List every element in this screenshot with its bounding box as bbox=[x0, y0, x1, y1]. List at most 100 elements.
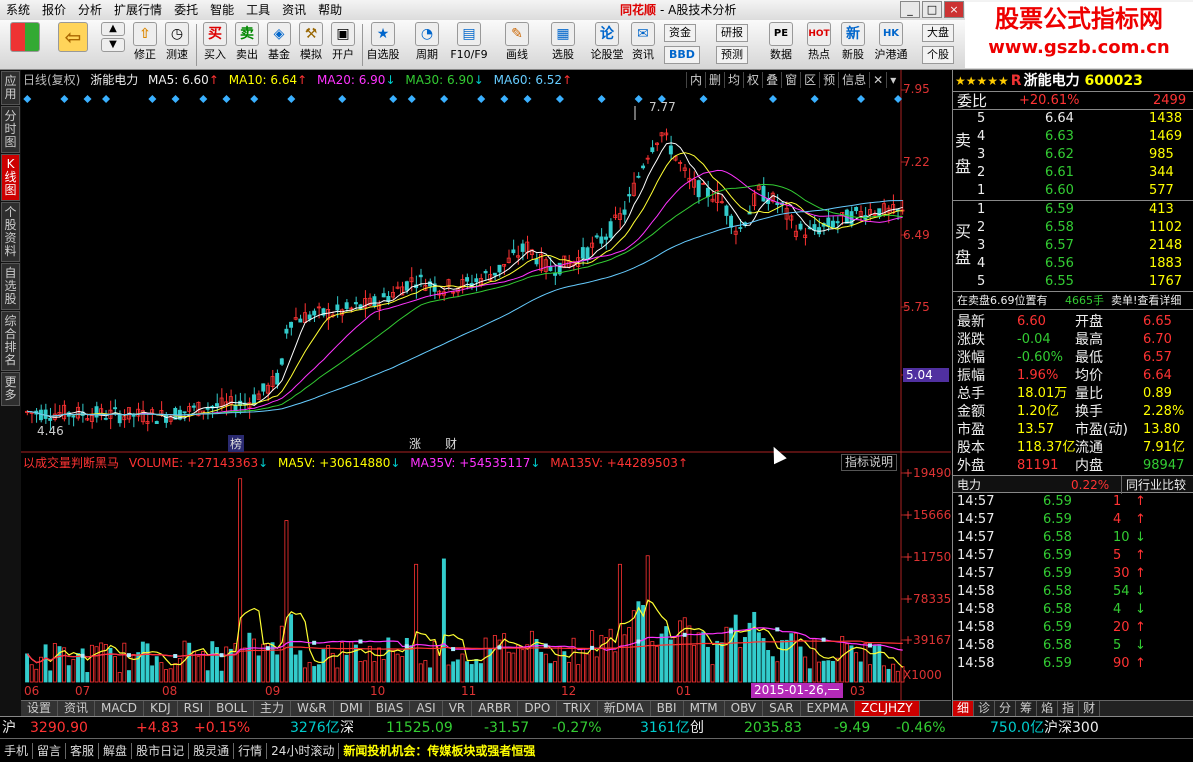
tab-vr[interactable]: VR bbox=[442, 701, 473, 716]
side-item-more[interactable]: 更多 bbox=[1, 372, 20, 406]
ask-row[interactable]: 4 6.63 1469 bbox=[953, 128, 1193, 146]
bottom-quotes[interactable]: 行情 bbox=[234, 742, 268, 759]
ask-row[interactable]: 1 6.60 577 bbox=[953, 182, 1193, 200]
chart-btn-window[interactable]: 窗 bbox=[781, 72, 800, 88]
data-button[interactable]: PE 数据 bbox=[764, 22, 798, 64]
chart-btn-overlay[interactable]: 叠 bbox=[762, 72, 781, 88]
chart-btn-close-icon[interactable]: ✕ bbox=[869, 72, 886, 88]
tab-rsi[interactable]: RSI bbox=[177, 701, 211, 716]
hot-button[interactable]: HOT 热点 bbox=[802, 22, 836, 64]
stock-button[interactable]: 个股 bbox=[922, 46, 954, 64]
bid-row[interactable]: 2 6.58 1102 bbox=[953, 219, 1193, 237]
kline-chart-area[interactable]: 日线(复权) 浙能电力 MA5: 6.60↑ MA10: 6.64↑ MA20:… bbox=[21, 70, 959, 700]
menu-analysis[interactable]: 分析 bbox=[72, 0, 108, 20]
tab-mtm[interactable]: MTM bbox=[683, 701, 725, 716]
cy-index[interactable]: 2035.83 bbox=[744, 717, 802, 739]
panel-tab-detail[interactable]: 细 bbox=[953, 701, 975, 716]
menu-smart[interactable]: 智能 bbox=[204, 0, 240, 20]
back-button[interactable]: ⇦ bbox=[56, 22, 90, 52]
sz-index[interactable]: 11525.09 bbox=[386, 717, 453, 739]
tab-settings[interactable]: 设置 bbox=[21, 701, 59, 716]
bottom-guling[interactable]: 股灵通 bbox=[189, 742, 235, 759]
bid-row[interactable]: 1 6.59 413 bbox=[953, 201, 1193, 219]
layout-button[interactable] bbox=[8, 22, 42, 52]
notice-link[interactable]: 卖单!查看详细 bbox=[1111, 292, 1181, 310]
news-ticker[interactable]: 新闻投机机会：传媒板块或强者恒强 bbox=[339, 742, 535, 759]
buy-button[interactable]: 买买入 bbox=[198, 22, 232, 64]
ask-row[interactable]: 3 6.62 985 bbox=[953, 146, 1193, 164]
panel-tab-chips[interactable]: 筹 bbox=[1016, 701, 1038, 716]
side-item-kline[interactable]: K线图 bbox=[1, 154, 20, 201]
menu-news[interactable]: 资讯 bbox=[276, 0, 312, 20]
bid-row[interactable]: 5 6.55 1767 bbox=[953, 273, 1193, 291]
side-item-profile[interactable]: 个股资料 bbox=[1, 202, 20, 262]
tab-obv[interactable]: OBV bbox=[724, 701, 764, 716]
tab-expma[interactable]: EXPMA bbox=[800, 701, 856, 716]
simulate-button[interactable]: ⚒ 模拟 bbox=[294, 22, 328, 64]
panel-tab-diagnose[interactable]: 诊 bbox=[974, 701, 996, 716]
open-account-button[interactable]: ▣ 开户 bbox=[326, 22, 360, 64]
bbd-button[interactable]: BBD bbox=[664, 46, 700, 64]
bid-row[interactable]: 4 6.56 1883 bbox=[953, 255, 1193, 273]
tab-dpo[interactable]: DPO bbox=[518, 701, 558, 716]
tab-macd[interactable]: MACD bbox=[95, 701, 145, 716]
speedtest-button[interactable]: ◷ 测速 bbox=[160, 22, 194, 64]
tab-asi[interactable]: ASI bbox=[410, 701, 443, 716]
ask-row[interactable]: 5 6.64 1438 bbox=[953, 110, 1193, 128]
hk-connect-button[interactable]: HK 沪港通 bbox=[874, 22, 908, 64]
bottom-analysis[interactable]: 解盘 bbox=[99, 742, 133, 759]
chart-btn-info[interactable]: 信息 bbox=[838, 72, 869, 88]
tab-arbr[interactable]: ARBR bbox=[472, 701, 519, 716]
maximize-icon[interactable]: □ bbox=[922, 1, 942, 18]
kline-chart-svg[interactable] bbox=[21, 70, 951, 700]
tab-bbi[interactable]: BBI bbox=[650, 701, 684, 716]
bottom-service[interactable]: 客服 bbox=[66, 742, 100, 759]
side-item-watchlist[interactable]: 自选股 bbox=[1, 263, 20, 310]
minimize-icon[interactable]: _ bbox=[900, 1, 920, 18]
screener-button[interactable]: ▦ 选股 bbox=[546, 22, 580, 64]
close-icon[interactable]: × bbox=[944, 1, 964, 18]
chart-btn-forecast[interactable]: 预 bbox=[819, 72, 838, 88]
draw-line-button[interactable]: ✎ 画线 bbox=[500, 22, 534, 64]
event-mark-finance[interactable]: 财 bbox=[443, 435, 459, 452]
event-mark-rank[interactable]: 榜 bbox=[228, 435, 245, 452]
chart-btn-menu-icon[interactable]: ▾ bbox=[886, 72, 899, 88]
panel-tab-price[interactable]: 分 bbox=[995, 701, 1017, 716]
up-down-button[interactable]: ▲ ▼ bbox=[96, 22, 130, 52]
tab-trix[interactable]: TRIX bbox=[557, 701, 598, 716]
side-item-apps[interactable]: 应用 bbox=[1, 71, 20, 105]
fund-button[interactable]: ◈ 基金 bbox=[262, 22, 296, 64]
forecast-button[interactable]: 预测 bbox=[716, 46, 748, 64]
bottom-24h[interactable]: 24小时滚动 bbox=[267, 742, 340, 759]
menu-extended[interactable]: 扩展行情 bbox=[108, 0, 168, 20]
side-item-ranking[interactable]: 综合排名 bbox=[1, 311, 20, 371]
chart-btn-rights[interactable]: 权 bbox=[743, 72, 762, 88]
menu-trade[interactable]: 委托 bbox=[168, 0, 204, 20]
industry-compare-button[interactable]: 同行业比较 bbox=[1121, 476, 1186, 494]
menu-quote[interactable]: 报价 bbox=[36, 0, 72, 20]
menu-tools[interactable]: 工具 bbox=[240, 0, 276, 20]
research-button[interactable]: 研报 bbox=[716, 24, 748, 42]
tab-kdj[interactable]: KDJ bbox=[144, 701, 178, 716]
chart-btn-range[interactable]: 区 bbox=[800, 72, 819, 88]
menu-system[interactable]: 系统 bbox=[0, 0, 36, 20]
indicator-help-button[interactable]: 指标说明 bbox=[841, 454, 898, 471]
forum-button[interactable]: 论论股堂 bbox=[590, 22, 624, 64]
sell-button[interactable]: 卖卖出 bbox=[230, 22, 264, 64]
bid-row[interactable]: 3 6.57 2148 bbox=[953, 237, 1193, 255]
ipo-button[interactable]: 新新股 bbox=[836, 22, 870, 64]
period-button[interactable]: ◔ 周期 bbox=[410, 22, 444, 64]
event-mark-limit[interactable]: 涨 bbox=[407, 435, 423, 452]
tab-dmi[interactable]: DMI bbox=[333, 701, 370, 716]
tab-bias[interactable]: BIAS bbox=[369, 701, 411, 716]
f10-button[interactable]: ▤ F10/F9 bbox=[450, 22, 488, 64]
panel-tab-flame[interactable]: 焰 bbox=[1037, 701, 1059, 716]
ask-row[interactable]: 2 6.61 344 bbox=[953, 164, 1193, 182]
watchlist-button[interactable]: ★ 自选股 bbox=[366, 22, 400, 64]
chart-btn-inner[interactable]: 内 bbox=[686, 72, 705, 88]
panel-tab-index[interactable]: 指 bbox=[1058, 701, 1080, 716]
tab-main-force[interactable]: 主力 bbox=[254, 701, 292, 716]
chart-btn-delete[interactable]: 删 bbox=[705, 72, 724, 88]
tab-zcljhzy[interactable]: ZCLJHZY bbox=[855, 701, 920, 716]
panel-tab-finance[interactable]: 财 bbox=[1079, 701, 1101, 716]
